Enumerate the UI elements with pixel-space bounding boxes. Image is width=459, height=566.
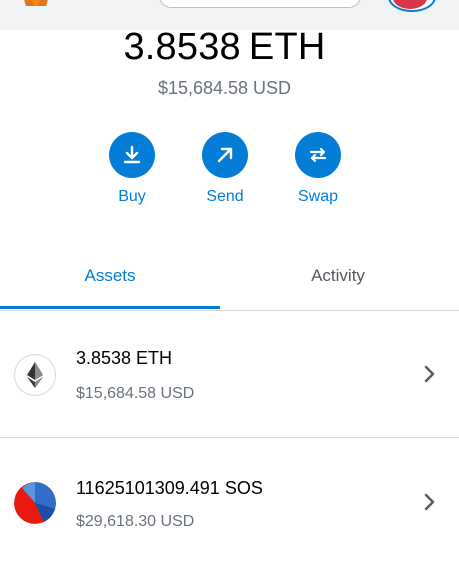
tab-activity[interactable]: Activity [228, 254, 448, 310]
ethereum-icon [14, 354, 56, 396]
chevron-right-icon [424, 493, 435, 511]
sos-token-icon [14, 482, 56, 524]
balance-unit: ETH [248, 26, 326, 68]
asset-row-eth[interactable]: 3.8538 ETH $15,684.58 USD [0, 310, 459, 438]
send-label: Send [206, 188, 244, 205]
swap-icon [295, 132, 341, 178]
tab-bar: Assets Activity [0, 254, 459, 311]
avatar-identicon [393, 0, 427, 9]
metamask-fox-icon[interactable] [16, 0, 56, 6]
asset-fiat: $29,618.30 USD [76, 513, 195, 530]
asset-amount: 3.8538 ETH [76, 348, 173, 368]
asset-row-sos[interactable]: 11625101309.491 SOS $29,618.30 USD [0, 438, 459, 566]
asset-amount: 11625101309.491 SOS [76, 478, 263, 498]
balance-amount: 3.8538 [123, 26, 241, 68]
chevron-right-icon [424, 365, 435, 383]
send-button[interactable]: Send [190, 132, 260, 206]
balance-primary: 3.8538 ETH [0, 26, 449, 69]
balance-fiat: $15,684.58 USD [157, 78, 292, 98]
swap-label: Swap [297, 188, 339, 205]
swap-button[interactable]: Swap [283, 132, 353, 206]
account-avatar[interactable] [388, 0, 436, 12]
active-tab-indicator [0, 306, 220, 309]
tab-assets[interactable]: Assets [0, 254, 220, 310]
asset-fiat: $15,684.58 USD [76, 385, 195, 402]
buy-label: Buy [118, 188, 146, 205]
network-selector[interactable] [158, 0, 362, 8]
download-icon [109, 132, 155, 178]
buy-button[interactable]: Buy [97, 132, 167, 206]
arrow-up-right-icon [202, 132, 248, 178]
